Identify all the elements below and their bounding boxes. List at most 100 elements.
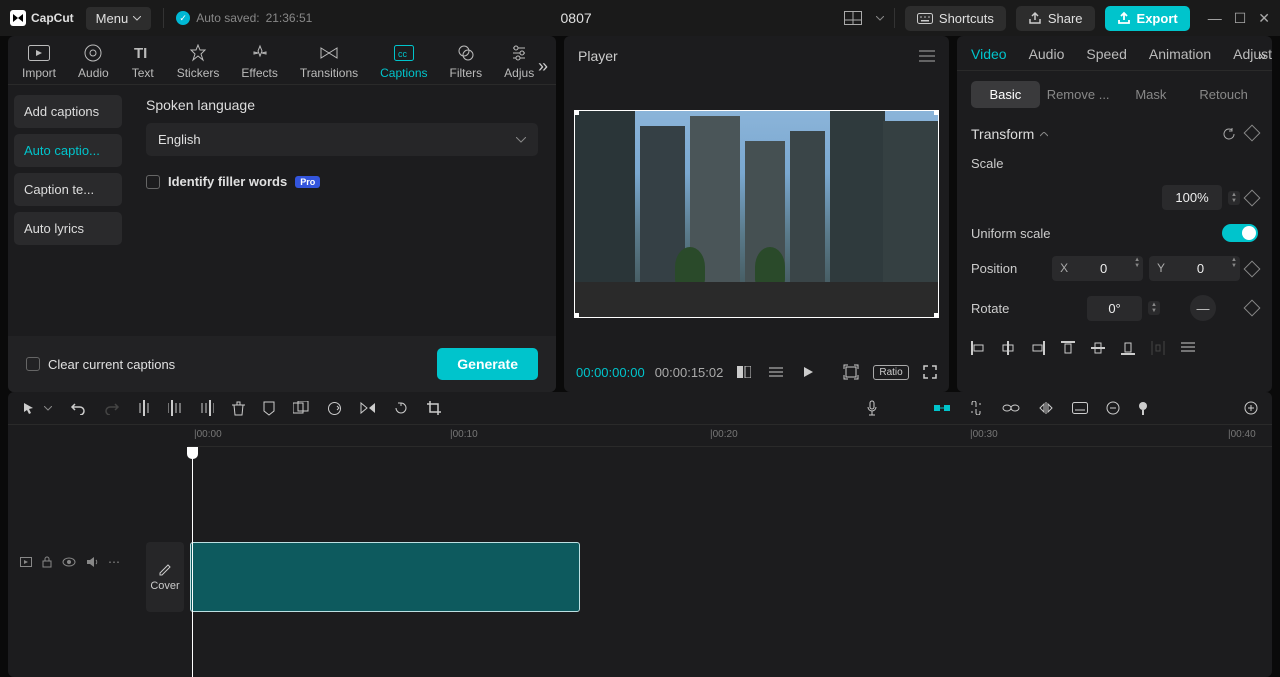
filler-words-checkbox[interactable] bbox=[146, 175, 160, 189]
list-icon[interactable] bbox=[765, 364, 787, 380]
track-more-icon[interactable]: ⋯ bbox=[108, 555, 120, 569]
tab-effects[interactable]: Effects bbox=[241, 44, 277, 80]
inspector-tab-animation[interactable]: Animation bbox=[1149, 46, 1211, 62]
pos-y-input[interactable] bbox=[1173, 256, 1228, 281]
align-top-icon[interactable] bbox=[1061, 341, 1075, 355]
scale-input[interactable] bbox=[1162, 185, 1222, 210]
inspector-tab-audio[interactable]: Audio bbox=[1029, 46, 1065, 62]
tabs-overflow-icon[interactable]: » bbox=[1259, 48, 1266, 63]
subtab-remove[interactable]: Remove ... bbox=[1044, 81, 1113, 108]
link-tool[interactable] bbox=[968, 401, 984, 415]
undo-button[interactable] bbox=[70, 401, 86, 415]
mic-tool[interactable] bbox=[866, 400, 878, 416]
transform-section-title[interactable]: Transform bbox=[971, 126, 1048, 142]
export-button[interactable]: Export bbox=[1105, 6, 1190, 31]
split-left-tool[interactable] bbox=[168, 400, 182, 416]
marker-tool[interactable] bbox=[263, 401, 275, 416]
more-align-icon[interactable] bbox=[1181, 341, 1195, 355]
align-center-v-icon[interactable] bbox=[1091, 341, 1105, 355]
rotate-stepper[interactable]: ▲▼ bbox=[1148, 301, 1160, 315]
layout-icon[interactable] bbox=[840, 7, 866, 29]
sidebar-caption-templates[interactable]: Caption te... bbox=[14, 173, 122, 206]
fullscreen-icon[interactable] bbox=[919, 363, 941, 381]
scale-stepper[interactable]: ▲▼ bbox=[1228, 191, 1240, 205]
zoom-fit-icon[interactable] bbox=[839, 362, 863, 382]
subtab-retouch[interactable]: Retouch bbox=[1189, 81, 1258, 108]
cover-button[interactable]: Cover bbox=[146, 542, 184, 612]
spoken-language-label: Spoken language bbox=[146, 97, 538, 113]
inspector-tab-video[interactable]: Video bbox=[971, 46, 1007, 62]
crop-ratio-tool[interactable] bbox=[427, 401, 441, 415]
tab-transitions[interactable]: Transitions bbox=[300, 44, 358, 80]
reverse-tool[interactable] bbox=[327, 401, 342, 416]
pos-y-stepper[interactable]: ▲▼ bbox=[1228, 256, 1240, 281]
minimize-button[interactable]: — bbox=[1208, 10, 1222, 27]
chain-tool[interactable] bbox=[1002, 403, 1020, 413]
sidebar-add-captions[interactable]: Add captions bbox=[14, 95, 122, 128]
video-preview[interactable] bbox=[574, 110, 939, 318]
split-right-tool[interactable] bbox=[200, 400, 214, 416]
position-keyframe[interactable] bbox=[1244, 260, 1261, 277]
player-menu-icon[interactable] bbox=[919, 50, 935, 62]
preview-tool[interactable] bbox=[1038, 402, 1054, 414]
tab-import[interactable]: Import bbox=[22, 44, 56, 80]
crop-tool[interactable] bbox=[293, 401, 309, 415]
chevron-down-icon[interactable] bbox=[44, 406, 52, 411]
align-bottom-icon[interactable] bbox=[1121, 341, 1135, 355]
pos-x-input[interactable] bbox=[1076, 256, 1131, 281]
shortcuts-button[interactable]: Shortcuts bbox=[905, 6, 1006, 31]
tabs-overflow-icon[interactable]: » bbox=[538, 56, 548, 77]
video-clip[interactable] bbox=[190, 542, 580, 612]
maximize-button[interactable]: ☐ bbox=[1234, 10, 1247, 27]
compare-icon[interactable] bbox=[733, 364, 755, 380]
tab-audio[interactable]: Audio bbox=[78, 44, 109, 80]
share-button[interactable]: Share bbox=[1016, 6, 1095, 31]
reset-icon[interactable] bbox=[1222, 127, 1236, 141]
close-button[interactable]: ✕ bbox=[1258, 10, 1270, 27]
tab-text[interactable]: TI Text bbox=[131, 44, 155, 80]
magnet-tool[interactable] bbox=[934, 402, 950, 414]
track-expand-icon[interactable] bbox=[20, 557, 32, 567]
chevron-down-icon[interactable] bbox=[876, 16, 884, 21]
clear-captions-checkbox[interactable] bbox=[26, 357, 40, 371]
playhead[interactable] bbox=[192, 447, 193, 677]
play-button[interactable] bbox=[797, 363, 819, 381]
scale-keyframe[interactable] bbox=[1244, 189, 1261, 206]
track-lock-icon[interactable] bbox=[42, 556, 52, 568]
subtab-basic[interactable]: Basic bbox=[971, 81, 1040, 108]
inspector-tab-adjust[interactable]: Adjust bbox=[1233, 46, 1272, 62]
track-mute-icon[interactable] bbox=[86, 556, 98, 568]
select-tool[interactable] bbox=[22, 401, 36, 415]
tab-adjust[interactable]: Adjus bbox=[504, 44, 534, 80]
pos-x-stepper[interactable]: ▲▼ bbox=[1131, 256, 1143, 281]
tab-stickers[interactable]: Stickers bbox=[177, 44, 220, 80]
zoom-out-tool[interactable] bbox=[1106, 401, 1120, 415]
generate-button[interactable]: Generate bbox=[437, 348, 538, 380]
track-visibility-icon[interactable] bbox=[62, 557, 76, 567]
rotate-input[interactable] bbox=[1087, 296, 1142, 321]
sidebar-auto-captions[interactable]: Auto captio... bbox=[14, 134, 122, 167]
language-select[interactable]: English bbox=[146, 123, 538, 156]
tab-filters[interactable]: Filters bbox=[450, 44, 483, 80]
split-tool[interactable] bbox=[138, 400, 150, 416]
ratio-button[interactable]: Ratio bbox=[873, 365, 908, 380]
align-left-icon[interactable] bbox=[971, 341, 985, 355]
inspector-tab-speed[interactable]: Speed bbox=[1086, 46, 1126, 62]
rotate-keyframe[interactable] bbox=[1244, 300, 1261, 317]
caption-track-tool[interactable] bbox=[1072, 402, 1088, 414]
tab-captions[interactable]: cc Captions bbox=[380, 44, 427, 80]
subtab-mask[interactable]: Mask bbox=[1117, 81, 1186, 108]
delete-tool[interactable] bbox=[232, 401, 245, 416]
zoom-slider[interactable] bbox=[1138, 401, 1148, 415]
keyframe-icon[interactable] bbox=[1244, 125, 1261, 142]
rotate-tool[interactable] bbox=[394, 401, 409, 416]
uniform-scale-toggle[interactable] bbox=[1222, 224, 1258, 242]
timeline-ruler[interactable]: |00:00 |00:10 |00:20 |00:30 |00:40 bbox=[188, 425, 1272, 447]
sidebar-auto-lyrics[interactable]: Auto lyrics bbox=[14, 212, 122, 245]
zoom-in-tool[interactable] bbox=[1244, 401, 1258, 415]
align-right-icon[interactable] bbox=[1031, 341, 1045, 355]
mirror-button[interactable]: — bbox=[1190, 295, 1216, 321]
mirror-tool[interactable] bbox=[360, 401, 376, 415]
menu-button[interactable]: Menu bbox=[86, 7, 152, 30]
align-center-h-icon[interactable] bbox=[1001, 341, 1015, 355]
